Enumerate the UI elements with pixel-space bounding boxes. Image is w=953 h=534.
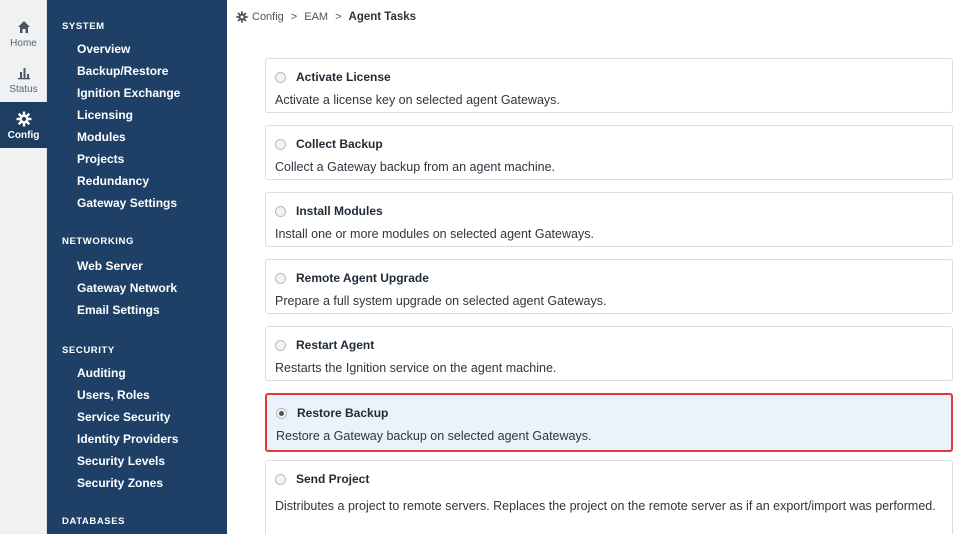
task-option-activate-license[interactable]: Activate License Activate a license key … <box>265 58 953 113</box>
task-title-row: Remote Agent Upgrade <box>275 271 429 285</box>
task-option-remote-agent-upgrade[interactable]: Remote Agent Upgrade Prepare a full syst… <box>265 259 953 314</box>
sidebar-nav: SYSTEM Overview Backup/Restore Ignition … <box>47 0 227 534</box>
task-title-row: Collect Backup <box>275 137 383 151</box>
sidebar-item-projects[interactable]: Projects <box>47 148 227 170</box>
task-description: Activate a license key on selected agent… <box>275 93 560 107</box>
task-description: Install one or more modules on selected … <box>275 227 594 241</box>
section-heading-databases: DATABASES <box>62 516 126 527</box>
networking-nav-list: Web Server Gateway Network Email Setting… <box>47 255 227 321</box>
bar-chart-icon <box>17 64 31 82</box>
rail-item-label: Home <box>10 37 37 49</box>
radio-button[interactable] <box>275 272 286 284</box>
sidebar-item-users-roles[interactable]: Users, Roles <box>47 384 227 406</box>
system-nav-list: Overview Backup/Restore Ignition Exchang… <box>47 38 227 214</box>
breadcrumb-current: Agent Tasks <box>348 11 417 23</box>
sidebar-item-overview[interactable]: Overview <box>47 38 227 60</box>
sidebar-item-security-levels[interactable]: Security Levels <box>47 450 227 472</box>
breadcrumb-separator: > <box>290 11 298 23</box>
task-title: Install Modules <box>296 204 383 218</box>
task-title: Remote Agent Upgrade <box>296 271 429 285</box>
task-description: Restore a Gateway backup on selected age… <box>276 429 592 443</box>
home-icon <box>17 18 31 36</box>
sidebar-item-identity-providers[interactable]: Identity Providers <box>47 428 227 450</box>
task-description: Distributes a project to remote servers.… <box>275 499 936 513</box>
section-heading-system: SYSTEM <box>62 21 105 32</box>
sidebar-item-auditing[interactable]: Auditing <box>47 362 227 384</box>
section-heading-security: SECURITY <box>62 345 115 356</box>
radio-button[interactable] <box>275 138 286 150</box>
rail-item-label: Status <box>9 83 38 95</box>
sidebar-item-modules[interactable]: Modules <box>47 126 227 148</box>
sidebar-item-service-security[interactable]: Service Security <box>47 406 227 428</box>
sidebar-item-security-zones[interactable]: Security Zones <box>47 472 227 494</box>
task-title-row: Activate License <box>275 70 391 84</box>
breadcrumb-eam-link[interactable]: EAM <box>304 11 328 23</box>
sidebar-item-gateway-network[interactable]: Gateway Network <box>47 277 227 299</box>
sidebar-item-gateway-settings[interactable]: Gateway Settings <box>47 192 227 214</box>
task-description: Restarts the Ignition service on the age… <box>275 361 557 375</box>
breadcrumb: Config > EAM > Agent Tasks <box>236 11 416 23</box>
task-title: Restore Backup <box>297 406 389 420</box>
sidebar-item-email-settings[interactable]: Email Settings <box>47 299 227 321</box>
rail-item-label: Config <box>7 129 40 141</box>
breadcrumb-separator: > <box>335 11 342 23</box>
task-title-row: Restart Agent <box>275 338 374 352</box>
sidebar-item-web-server[interactable]: Web Server <box>47 255 227 277</box>
gear-icon <box>236 11 248 23</box>
sidebar-item-redundancy[interactable]: Redundancy <box>47 170 227 192</box>
radio-button[interactable] <box>276 407 287 419</box>
task-title-row: Restore Backup <box>276 406 388 420</box>
task-description: Prepare a full system upgrade on selecte… <box>275 294 607 308</box>
task-option-restore-backup[interactable]: Restore Backup Restore a Gateway backup … <box>265 393 953 452</box>
rail-item-config[interactable]: Config <box>0 102 47 148</box>
sidebar-item-licensing[interactable]: Licensing <box>47 104 227 126</box>
breadcrumb-config-link[interactable]: Config <box>252 11 284 23</box>
gear-icon <box>16 110 32 128</box>
task-title: Activate License <box>296 70 391 84</box>
section-heading-networking: NETWORKING <box>62 236 134 247</box>
task-title-row: Install Modules <box>275 204 383 218</box>
task-title: Restart Agent <box>296 338 375 352</box>
radio-button[interactable] <box>275 71 286 83</box>
rail-item-status[interactable]: Status <box>0 56 47 102</box>
task-option-send-project[interactable]: Send Project Distributes a project to re… <box>265 460 953 534</box>
task-title: Send Project <box>296 472 370 486</box>
icon-rail: Home Status Config <box>0 0 47 534</box>
sidebar-item-ignition-exchange[interactable]: Ignition Exchange <box>47 82 227 104</box>
task-option-restart-agent[interactable]: Restart Agent Restarts the Ignition serv… <box>265 326 953 381</box>
sidebar-item-backup-restore[interactable]: Backup/Restore <box>47 60 227 82</box>
task-title: Collect Backup <box>296 137 383 151</box>
task-title-row: Send Project <box>275 472 369 486</box>
radio-button[interactable] <box>275 205 286 217</box>
main-content: Config > EAM > Agent Tasks Activate Lice… <box>227 0 953 534</box>
task-option-collect-backup[interactable]: Collect Backup Collect a Gateway backup … <box>265 125 953 180</box>
radio-button[interactable] <box>275 473 286 485</box>
task-option-install-modules[interactable]: Install Modules Install one or more modu… <box>265 192 953 247</box>
security-nav-list: Auditing Users, Roles Service Security I… <box>47 362 227 494</box>
task-description: Collect a Gateway backup from an agent m… <box>275 160 556 174</box>
rail-item-home[interactable]: Home <box>0 10 47 56</box>
radio-button[interactable] <box>275 339 286 351</box>
